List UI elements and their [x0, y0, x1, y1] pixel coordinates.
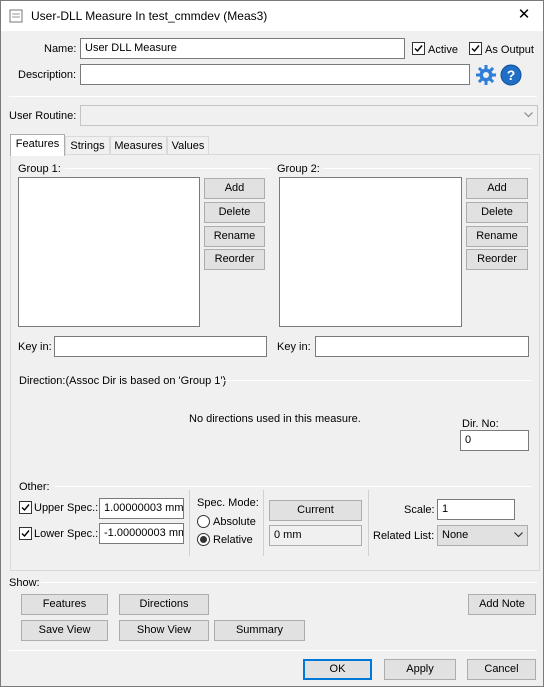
group1-listbox[interactable] [18, 177, 200, 327]
absolute-radio[interactable] [197, 515, 210, 528]
group2-add-button[interactable]: Add [466, 178, 528, 199]
description-label: Description: [18, 69, 77, 81]
scale-label: Scale: [404, 504, 435, 516]
ok-button[interactable]: OK [303, 659, 372, 680]
apply-button[interactable]: Apply [384, 659, 456, 680]
description-field[interactable] [80, 64, 470, 85]
settings-gear-icon[interactable] [475, 64, 497, 86]
upper-spec-checkbox[interactable] [19, 501, 32, 514]
relative-label: Relative [213, 534, 253, 546]
lower-spec-checkbox[interactable] [19, 527, 32, 540]
upper-spec-label: Upper Spec.: [34, 502, 99, 514]
app-icon [9, 9, 23, 23]
group1-separator [65, 168, 271, 169]
group2-listbox[interactable] [279, 177, 462, 327]
as-output-label: As Output [485, 44, 534, 56]
other-separator [55, 486, 532, 487]
related-list-label: Related List: [373, 530, 435, 542]
group2-key-in-field[interactable] [315, 336, 529, 357]
scale-field[interactable]: 1 [437, 499, 515, 520]
summary-button[interactable]: Summary [214, 620, 305, 641]
dropdown-arrow-icon [514, 532, 523, 538]
absolute-label: Absolute [213, 516, 256, 528]
related-list-combobox[interactable]: None [437, 525, 528, 546]
current-button[interactable]: Current [269, 500, 362, 521]
tab-measures[interactable]: Measures [110, 136, 167, 156]
group2-separator [323, 168, 532, 169]
title-bar[interactable]: User-DLL Measure In test_cmmdev (Meas3) … [1, 1, 543, 31]
close-icon[interactable]: ✕ [513, 5, 535, 25]
checkmark-icon [21, 530, 30, 538]
footer-separator [9, 650, 537, 651]
group2-delete-button[interactable]: Delete [466, 202, 528, 223]
show-label: Show: [9, 577, 40, 589]
checkmark-icon [414, 45, 423, 53]
show-features-button[interactable]: Features [21, 594, 108, 615]
dropdown-arrow-icon [524, 112, 533, 118]
tab-values[interactable]: Values [167, 136, 209, 156]
active-label: Active [428, 44, 458, 56]
tab-strings[interactable]: Strings [65, 136, 110, 156]
active-checkbox[interactable] [412, 42, 425, 55]
dir-no-label: Dir. No: [462, 418, 499, 430]
name-label: Name: [44, 43, 77, 55]
related-list-value: None [442, 529, 469, 541]
group2-rename-button[interactable]: Rename [466, 226, 528, 247]
lower-spec-label: Lower Spec.: [34, 528, 99, 540]
add-note-button[interactable]: Add Note [468, 594, 536, 615]
group1-add-button[interactable]: Add [204, 178, 265, 199]
show-directions-button[interactable]: Directions [119, 594, 209, 615]
group1-rename-button[interactable]: Rename [204, 226, 265, 247]
cancel-button[interactable]: Cancel [467, 659, 536, 680]
current-value-field: 0 mm [269, 525, 362, 546]
checkmark-icon [21, 504, 30, 512]
group2-reorder-button[interactable]: Reorder [466, 249, 528, 270]
group1-key-in-label: Key in: [18, 341, 52, 353]
user-routine-combobox[interactable] [80, 105, 538, 126]
user-routine-label: User Routine: [9, 110, 77, 122]
direction-label: Direction:(Assoc Dir is based on 'Group … [19, 375, 227, 387]
group2-key-in-label: Key in: [277, 341, 311, 353]
dialog-window: User-DLL Measure In test_cmmdev (Meas3) … [0, 0, 544, 687]
group1-reorder-button[interactable]: Reorder [204, 249, 265, 270]
relative-radio[interactable] [197, 533, 210, 546]
as-output-checkbox[interactable] [469, 42, 482, 55]
save-view-button[interactable]: Save View [21, 620, 108, 641]
checkmark-icon [471, 45, 480, 53]
header-separator [9, 96, 537, 97]
svg-text:?: ? [507, 67, 516, 83]
group1-delete-button[interactable]: Delete [204, 202, 265, 223]
spec-mode-label: Spec. Mode: [197, 497, 259, 509]
show-view-button[interactable]: Show View [119, 620, 209, 641]
lower-spec-field[interactable]: -1.00000003 mm [99, 523, 184, 544]
group2-label: Group 2: [277, 163, 320, 175]
tab-features[interactable]: Features [10, 134, 65, 156]
window-title: User-DLL Measure In test_cmmdev (Meas3) [31, 9, 268, 23]
no-directions-text: No directions used in this measure. [189, 413, 361, 425]
scale-divider [368, 490, 369, 556]
direction-separator [223, 380, 532, 381]
spec-mode-divider-left [189, 490, 190, 556]
other-label: Other: [19, 481, 50, 493]
dir-no-field[interactable]: 0 [460, 430, 529, 451]
group1-key-in-field[interactable] [54, 336, 267, 357]
name-field[interactable]: User DLL Measure [80, 38, 405, 59]
show-separator [41, 582, 537, 583]
help-icon[interactable]: ? [500, 64, 522, 86]
group1-label: Group 1: [18, 163, 61, 175]
spec-mode-divider-right [263, 490, 264, 556]
upper-spec-field[interactable]: 1.00000003 mm [99, 498, 184, 519]
